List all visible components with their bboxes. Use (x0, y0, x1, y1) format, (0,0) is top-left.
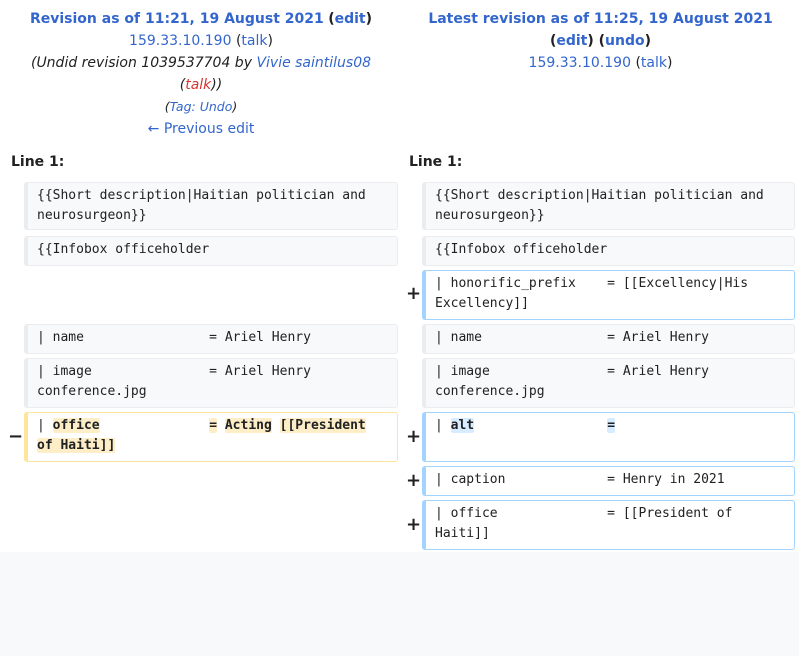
undid-user-talk-link[interactable]: talk (185, 77, 211, 93)
deleted-word: Acting (224, 418, 272, 433)
undo-link[interactable]: undo (605, 33, 645, 49)
deleted-word: office (52, 418, 100, 433)
context-line-right: | name = Ariel Henry (422, 324, 795, 354)
added-line: | office = [[President of Haiti]] (422, 500, 795, 550)
added-line: | honorific_prefix = [[Excellency|His Ex… (422, 270, 795, 320)
added-line-marker: + (406, 514, 422, 535)
deleted-word: [[President (279, 418, 366, 433)
old-edit-link[interactable]: edit (335, 11, 366, 27)
old-revision-header: Revision as of 11:21, 19 August 2021 (ed… (0, 8, 402, 140)
new-user-link[interactable]: 159.33.10.190 (529, 55, 631, 71)
old-user-talk-link[interactable]: talk (241, 33, 267, 49)
old-user-link[interactable]: 159.33.10.190 (129, 33, 231, 49)
context-line-left: {{Short description|Haitian politician a… (24, 182, 398, 230)
context-line-left: | name = Ariel Henry (24, 324, 398, 354)
edit-tags: (Tag: Undo) (164, 99, 238, 114)
new-edit-link[interactable]: edit (556, 33, 587, 49)
new-revision-title-link[interactable]: Latest revision as of 11:25, 19 August 2… (428, 11, 772, 27)
context-line-left: {{Infobox officeholder (24, 236, 398, 266)
context-line-right: {{Short description|Haitian politician a… (422, 182, 795, 230)
deleted-word: = (209, 418, 218, 433)
added-line-marker: + (406, 426, 422, 447)
old-revision-title-link[interactable]: Revision as of 11:21, 19 August 2021 (30, 11, 324, 27)
tag-undo-link[interactable]: Undo (200, 99, 233, 114)
edit-summary: (Undid revision 1039537704 by Vivie sain… (30, 55, 372, 93)
deleted-line: | office = Acting [[President of Haiti]] (24, 412, 398, 462)
deleted-word: of Haiti]] (37, 438, 116, 453)
added-line-marker: + (406, 470, 422, 491)
context-line-right: {{Infobox officeholder (422, 236, 795, 266)
undid-user-link[interactable]: Vivie saintilus08 (256, 55, 371, 71)
context-line-right: | image = Ariel Henry conference.jpg (422, 358, 795, 408)
diff-page: Revision as of 11:21, 19 August 2021 (ed… (0, 0, 799, 552)
context-line-left: | image = Ariel Henry conference.jpg (24, 358, 398, 408)
added-word: = (607, 418, 616, 433)
added-line: | caption = Henry in 2021 (422, 466, 795, 496)
line-number-left: Line 1: (11, 154, 65, 170)
added-line-marker: + (406, 283, 422, 304)
added-word: alt (450, 418, 475, 433)
tags-link[interactable]: Tag: (170, 99, 196, 114)
previous-edit-link[interactable]: ← Previous edit (148, 121, 255, 137)
line-number-right: Line 1: (409, 154, 463, 170)
new-revision-header: Latest revision as of 11:25, 19 August 2… (428, 11, 773, 71)
added-line: | alt = (422, 412, 795, 462)
deleted-line-marker: − (8, 426, 24, 447)
new-user-talk-link[interactable]: talk (641, 55, 667, 71)
